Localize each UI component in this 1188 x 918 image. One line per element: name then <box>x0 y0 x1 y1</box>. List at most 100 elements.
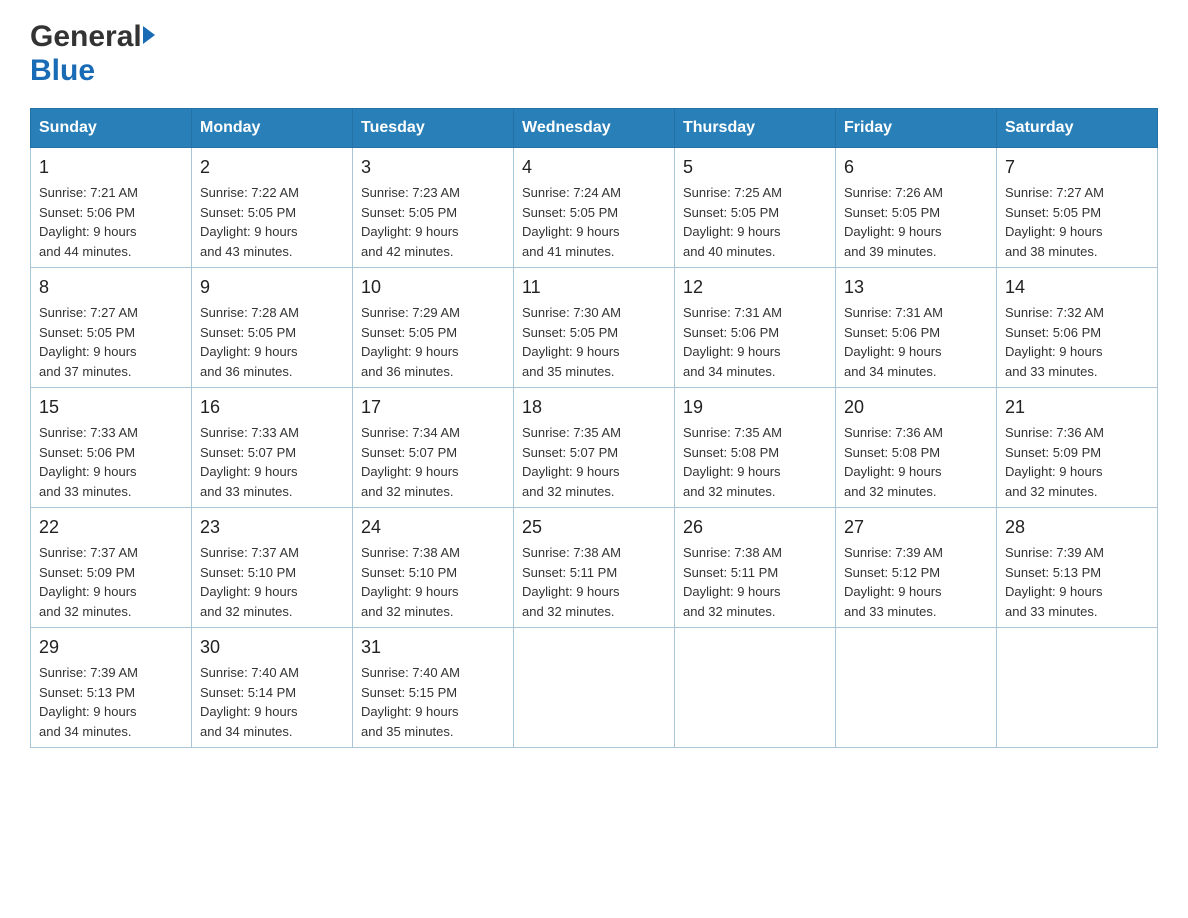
calendar-cell: 29 Sunrise: 7:39 AMSunset: 5:13 PMDayligh… <box>31 628 192 748</box>
day-info: Sunrise: 7:23 AMSunset: 5:05 PMDaylight:… <box>361 185 460 259</box>
day-info: Sunrise: 7:28 AMSunset: 5:05 PMDaylight:… <box>200 305 299 379</box>
day-number: 5 <box>683 154 827 181</box>
day-info: Sunrise: 7:33 AMSunset: 5:07 PMDaylight:… <box>200 425 299 499</box>
calendar-cell: 24 Sunrise: 7:38 AMSunset: 5:10 PMDayligh… <box>353 508 514 628</box>
day-number: 2 <box>200 154 344 181</box>
day-number: 16 <box>200 394 344 421</box>
calendar-cell <box>675 628 836 748</box>
calendar-cell: 10 Sunrise: 7:29 AMSunset: 5:05 PMDayligh… <box>353 268 514 388</box>
day-info: Sunrise: 7:39 AMSunset: 5:13 PMDaylight:… <box>1005 545 1104 619</box>
logo-general-text: General <box>30 20 142 54</box>
day-number: 24 <box>361 514 505 541</box>
calendar-cell: 12Sunrise: 7:31 AMSunset: 5:06 PMDayligh… <box>675 268 836 388</box>
calendar-cell: 18 Sunrise: 7:35 AMSunset: 5:07 PMDayligh… <box>514 388 675 508</box>
header-monday: Monday <box>192 109 353 148</box>
header-friday: Friday <box>836 109 997 148</box>
week-row-3: 15 Sunrise: 7:33 AMSunset: 5:06 PMDayligh… <box>31 388 1158 508</box>
day-info: Sunrise: 7:31 AMSunset: 5:06 PMDaylight:… <box>683 305 782 379</box>
day-info: Sunrise: 7:30 AMSunset: 5:05 PMDaylight:… <box>522 305 621 379</box>
day-info: Sunrise: 7:36 AMSunset: 5:09 PMDaylight:… <box>1005 425 1104 499</box>
day-info: Sunrise: 7:24 AMSunset: 5:05 PMDaylight:… <box>522 185 621 259</box>
calendar-cell: 25Sunrise: 7:38 AMSunset: 5:11 PMDayligh… <box>514 508 675 628</box>
day-info: Sunrise: 7:21 AMSunset: 5:06 PMDaylight:… <box>39 185 138 259</box>
calendar-cell: 27 Sunrise: 7:39 AMSunset: 5:12 PMDayligh… <box>836 508 997 628</box>
header-sunday: Sunday <box>31 109 192 148</box>
calendar-cell: 28Sunrise: 7:39 AMSunset: 5:13 PMDayligh… <box>997 508 1158 628</box>
day-info: Sunrise: 7:29 AMSunset: 5:05 PMDaylight:… <box>361 305 460 379</box>
day-number: 9 <box>200 274 344 301</box>
calendar-cell: 13 Sunrise: 7:31 AMSunset: 5:06 PMDayligh… <box>836 268 997 388</box>
logo-blue-text: Blue <box>30 54 95 88</box>
calendar-cell: 30Sunrise: 7:40 AMSunset: 5:14 PMDayligh… <box>192 628 353 748</box>
day-info: Sunrise: 7:39 AMSunset: 5:13 PMDaylight:… <box>39 665 138 739</box>
day-info: Sunrise: 7:39 AMSunset: 5:12 PMDaylight:… <box>844 545 943 619</box>
header-tuesday: Tuesday <box>353 109 514 148</box>
day-info: Sunrise: 7:27 AMSunset: 5:05 PMDaylight:… <box>1005 185 1104 259</box>
day-number: 10 <box>361 274 505 301</box>
calendar-cell <box>836 628 997 748</box>
day-info: Sunrise: 7:38 AMSunset: 5:11 PMDaylight:… <box>522 545 621 619</box>
calendar-cell: 9 Sunrise: 7:28 AMSunset: 5:05 PMDaylight… <box>192 268 353 388</box>
calendar-table: SundayMondayTuesdayWednesdayThursdayFrid… <box>30 108 1158 748</box>
calendar-cell: 3 Sunrise: 7:23 AMSunset: 5:05 PMDaylight… <box>353 148 514 268</box>
calendar-cell: 6Sunrise: 7:26 AMSunset: 5:05 PMDaylight… <box>836 148 997 268</box>
day-info: Sunrise: 7:33 AMSunset: 5:06 PMDaylight:… <box>39 425 138 499</box>
day-number: 20 <box>844 394 988 421</box>
day-info: Sunrise: 7:40 AMSunset: 5:15 PMDaylight:… <box>361 665 460 739</box>
day-info: Sunrise: 7:27 AMSunset: 5:05 PMDaylight:… <box>39 305 138 379</box>
day-info: Sunrise: 7:38 AMSunset: 5:10 PMDaylight:… <box>361 545 460 619</box>
day-info: Sunrise: 7:32 AMSunset: 5:06 PMDaylight:… <box>1005 305 1104 379</box>
calendar-cell: 2 Sunrise: 7:22 AMSunset: 5:05 PMDaylight… <box>192 148 353 268</box>
header-saturday: Saturday <box>997 109 1158 148</box>
day-info: Sunrise: 7:37 AMSunset: 5:09 PMDaylight:… <box>39 545 138 619</box>
day-info: Sunrise: 7:37 AMSunset: 5:10 PMDaylight:… <box>200 545 299 619</box>
calendar-cell: 19 Sunrise: 7:35 AMSunset: 5:08 PMDayligh… <box>675 388 836 508</box>
calendar-cell: 11 Sunrise: 7:30 AMSunset: 5:05 PMDayligh… <box>514 268 675 388</box>
calendar-cell <box>997 628 1158 748</box>
day-info: Sunrise: 7:35 AMSunset: 5:08 PMDaylight:… <box>683 425 782 499</box>
logo-arrow-icon <box>143 26 155 44</box>
day-number: 1 <box>39 154 183 181</box>
calendar-cell: 22 Sunrise: 7:37 AMSunset: 5:09 PMDayligh… <box>31 508 192 628</box>
day-number: 18 <box>522 394 666 421</box>
day-info: Sunrise: 7:34 AMSunset: 5:07 PMDaylight:… <box>361 425 460 499</box>
day-number: 8 <box>39 274 183 301</box>
day-number: 22 <box>39 514 183 541</box>
day-number: 19 <box>683 394 827 421</box>
day-number: 3 <box>361 154 505 181</box>
calendar-cell <box>514 628 675 748</box>
logo: General Blue <box>30 20 155 88</box>
day-number: 15 <box>39 394 183 421</box>
day-number: 23 <box>200 514 344 541</box>
calendar-cell: 15 Sunrise: 7:33 AMSunset: 5:06 PMDayligh… <box>31 388 192 508</box>
calendar-cell: 26Sunrise: 7:38 AMSunset: 5:11 PMDayligh… <box>675 508 836 628</box>
calendar-cell: 5Sunrise: 7:25 AMSunset: 5:05 PMDaylight… <box>675 148 836 268</box>
day-number: 11 <box>522 274 666 301</box>
day-info: Sunrise: 7:40 AMSunset: 5:14 PMDaylight:… <box>200 665 299 739</box>
week-row-4: 22 Sunrise: 7:37 AMSunset: 5:09 PMDayligh… <box>31 508 1158 628</box>
day-number: 21 <box>1005 394 1149 421</box>
calendar-cell: 16 Sunrise: 7:33 AMSunset: 5:07 PMDayligh… <box>192 388 353 508</box>
week-row-1: 1 Sunrise: 7:21 AMSunset: 5:06 PMDaylight… <box>31 148 1158 268</box>
day-number: 13 <box>844 274 988 301</box>
calendar-cell: 1 Sunrise: 7:21 AMSunset: 5:06 PMDaylight… <box>31 148 192 268</box>
calendar-cell: 20Sunrise: 7:36 AMSunset: 5:08 PMDayligh… <box>836 388 997 508</box>
calendar-cell: 4 Sunrise: 7:24 AMSunset: 5:05 PMDaylight… <box>514 148 675 268</box>
calendar-cell: 31 Sunrise: 7:40 AMSunset: 5:15 PMDayligh… <box>353 628 514 748</box>
day-number: 27 <box>844 514 988 541</box>
day-info: Sunrise: 7:35 AMSunset: 5:07 PMDaylight:… <box>522 425 621 499</box>
day-info: Sunrise: 7:22 AMSunset: 5:05 PMDaylight:… <box>200 185 299 259</box>
day-info: Sunrise: 7:31 AMSunset: 5:06 PMDaylight:… <box>844 305 943 379</box>
day-number: 7 <box>1005 154 1149 181</box>
header-thursday: Thursday <box>675 109 836 148</box>
header-wednesday: Wednesday <box>514 109 675 148</box>
calendar-cell: 8 Sunrise: 7:27 AMSunset: 5:05 PMDaylight… <box>31 268 192 388</box>
calendar-cell: 7 Sunrise: 7:27 AMSunset: 5:05 PMDaylight… <box>997 148 1158 268</box>
week-row-2: 8 Sunrise: 7:27 AMSunset: 5:05 PMDaylight… <box>31 268 1158 388</box>
day-number: 4 <box>522 154 666 181</box>
day-number: 17 <box>361 394 505 421</box>
day-number: 29 <box>39 634 183 661</box>
day-number: 31 <box>361 634 505 661</box>
calendar-cell: 23 Sunrise: 7:37 AMSunset: 5:10 PMDayligh… <box>192 508 353 628</box>
day-number: 26 <box>683 514 827 541</box>
